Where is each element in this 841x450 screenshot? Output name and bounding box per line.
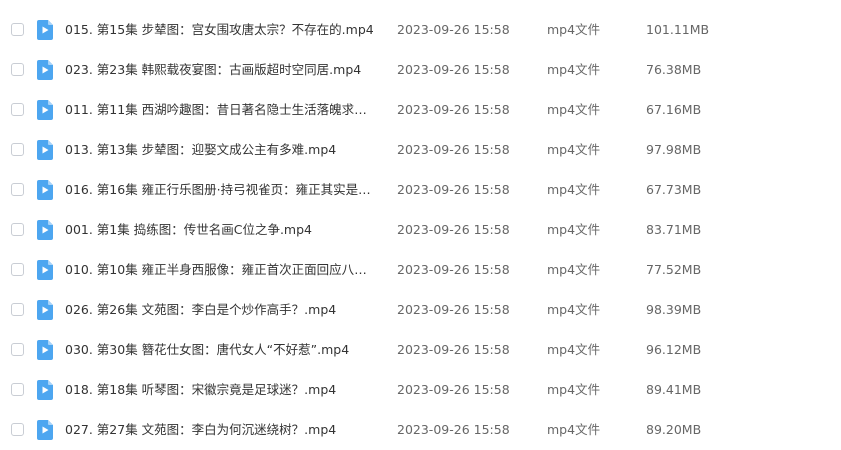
file-row[interactable]: 010. 第10集 雍正半身西服像：雍正首次正面回应八卦.m... 2023-0… <box>0 250 841 290</box>
file-size: 67.73MB <box>646 182 702 197</box>
modified-time: 2023-09-26 15:58 <box>397 62 510 77</box>
file-size: 89.20MB <box>646 422 702 437</box>
video-file-icon <box>37 300 53 320</box>
modified-time: 2023-09-26 15:58 <box>397 382 510 397</box>
file-size: 101.11MB <box>646 22 710 37</box>
file-name[interactable]: 016. 第16集 雍正行乐图册·持弓视雀页：雍正其实是个C... <box>65 181 377 199</box>
video-file-icon <box>37 380 53 400</box>
file-row[interactable]: 011. 第11集 西湖吟趣图：昔日著名隐士生活落魄求助无... 2023-09… <box>0 90 841 130</box>
modified-time: 2023-09-26 15:58 <box>397 142 510 157</box>
file-type: mp4文件 <box>547 102 601 117</box>
file-type: mp4文件 <box>547 182 601 197</box>
row-checkbox[interactable] <box>11 183 24 196</box>
file-row[interactable]: 001. 第1集 捣练图：传世名画C位之争.mp4 2023-09-26 15:… <box>0 210 841 250</box>
file-type: mp4文件 <box>547 262 601 277</box>
file-name[interactable]: 013. 第13集 步辇图：迎娶文成公主有多难.mp4 <box>65 141 377 159</box>
file-size: 67.16MB <box>646 102 702 117</box>
video-file-icon <box>37 60 53 80</box>
file-type: mp4文件 <box>547 22 601 37</box>
row-checkbox[interactable] <box>11 343 24 356</box>
file-size: 77.52MB <box>646 262 702 277</box>
file-type: mp4文件 <box>547 342 601 357</box>
row-checkbox[interactable] <box>11 143 24 156</box>
file-name[interactable]: 018. 第18集 听琴图：宋徽宗竟是足球迷？.mp4 <box>65 381 377 399</box>
file-row[interactable]: 013. 第13集 步辇图：迎娶文成公主有多难.mp4 2023-09-26 1… <box>0 130 841 170</box>
modified-time: 2023-09-26 15:58 <box>397 222 510 237</box>
modified-time: 2023-09-26 15:58 <box>397 262 510 277</box>
file-row[interactable]: 015. 第15集 步辇图：宫女围攻唐太宗？不存在的.mp4 2023-09-2… <box>0 10 841 50</box>
file-list: 015. 第15集 步辇图：宫女围攻唐太宗？不存在的.mp4 2023-09-2… <box>0 0 841 446</box>
modified-time: 2023-09-26 15:58 <box>397 102 510 117</box>
file-row[interactable]: 018. 第18集 听琴图：宋徽宗竟是足球迷？.mp4 2023-09-26 1… <box>0 370 841 410</box>
file-name[interactable]: 030. 第30集 簪花仕女图：唐代女人“不好惹”.mp4 <box>65 341 377 359</box>
video-file-icon <box>37 420 53 440</box>
file-type: mp4文件 <box>547 422 601 437</box>
file-name[interactable]: 001. 第1集 捣练图：传世名画C位之争.mp4 <box>65 221 377 239</box>
file-row[interactable]: 026. 第26集 文苑图：李白是个炒作高手？.mp4 2023-09-26 1… <box>0 290 841 330</box>
row-checkbox[interactable] <box>11 423 24 436</box>
file-row[interactable]: 023. 第23集 韩熙载夜宴图：古画版超时空同居.mp4 2023-09-26… <box>0 50 841 90</box>
file-size: 96.12MB <box>646 342 702 357</box>
file-name[interactable]: 026. 第26集 文苑图：李白是个炒作高手？.mp4 <box>65 301 377 319</box>
row-checkbox[interactable] <box>11 23 24 36</box>
file-type: mp4文件 <box>547 142 601 157</box>
row-checkbox[interactable] <box>11 263 24 276</box>
video-file-icon <box>37 260 53 280</box>
row-checkbox[interactable] <box>11 103 24 116</box>
file-row[interactable]: 030. 第30集 簪花仕女图：唐代女人“不好惹”.mp4 2023-09-26… <box>0 330 841 370</box>
file-type: mp4文件 <box>547 382 601 397</box>
video-file-icon <box>37 140 53 160</box>
row-checkbox[interactable] <box>11 223 24 236</box>
row-checkbox[interactable] <box>11 63 24 76</box>
modified-time: 2023-09-26 15:58 <box>397 342 510 357</box>
video-file-icon <box>37 20 53 40</box>
file-type: mp4文件 <box>547 62 601 77</box>
modified-time: 2023-09-26 15:58 <box>397 182 510 197</box>
video-file-icon <box>37 180 53 200</box>
file-size: 76.38MB <box>646 62 702 77</box>
file-size: 97.98MB <box>646 142 702 157</box>
file-name[interactable]: 011. 第11集 西湖吟趣图：昔日著名隐士生活落魄求助无... <box>65 101 377 119</box>
row-checkbox[interactable] <box>11 303 24 316</box>
file-type: mp4文件 <box>547 222 601 237</box>
file-type: mp4文件 <box>547 302 601 317</box>
file-name[interactable]: 023. 第23集 韩熙载夜宴图：古画版超时空同居.mp4 <box>65 61 377 79</box>
file-size: 83.71MB <box>646 222 702 237</box>
file-name[interactable]: 015. 第15集 步辇图：宫女围攻唐太宗？不存在的.mp4 <box>65 21 377 39</box>
modified-time: 2023-09-26 15:58 <box>397 22 510 37</box>
file-size: 98.39MB <box>646 302 702 317</box>
file-name[interactable]: 010. 第10集 雍正半身西服像：雍正首次正面回应八卦.m... <box>65 261 377 279</box>
video-file-icon <box>37 340 53 360</box>
modified-time: 2023-09-26 15:58 <box>397 302 510 317</box>
video-file-icon <box>37 220 53 240</box>
file-row[interactable]: 016. 第16集 雍正行乐图册·持弓视雀页：雍正其实是个C... 2023-0… <box>0 170 841 210</box>
file-name[interactable]: 027. 第27集 文苑图：李白为何沉迷绕树？.mp4 <box>65 421 377 439</box>
row-checkbox[interactable] <box>11 383 24 396</box>
file-size: 89.41MB <box>646 382 702 397</box>
video-file-icon <box>37 100 53 120</box>
modified-time: 2023-09-26 15:58 <box>397 422 510 437</box>
file-row[interactable]: 027. 第27集 文苑图：李白为何沉迷绕树？.mp4 2023-09-26 1… <box>0 410 841 450</box>
